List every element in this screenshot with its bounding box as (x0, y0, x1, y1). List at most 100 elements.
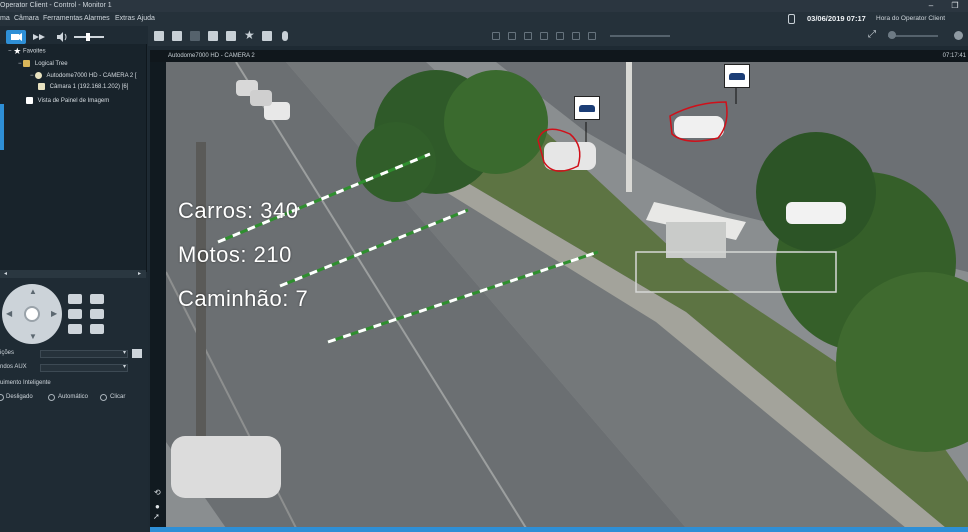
chevron-down-icon: ▾ (122, 350, 126, 356)
video-timestamp: 07:17:41 (942, 53, 966, 59)
video-toolbar: ★ ⤢ (148, 26, 968, 46)
menu-extras[interactable]: Extras (115, 12, 135, 26)
car-icon (729, 73, 745, 80)
folder-icon (23, 59, 31, 67)
bookmark-star-icon[interactable]: ★ (244, 28, 255, 42)
menu-alarmes[interactable]: Alarmes (84, 12, 110, 26)
playback-mode-button[interactable] (30, 30, 48, 44)
car-icon (579, 105, 595, 112)
menu-bar: ma Câmara Ferramentas Alarmes Extras Aju… (0, 12, 968, 26)
arrow-left-icon[interactable]: ◀ (6, 309, 12, 318)
volume-slider[interactable] (74, 33, 104, 41)
record-icon[interactable] (262, 31, 272, 41)
left-panel: − ★ Favoites − Logical Tree − Autodome70… (0, 26, 148, 532)
video-pane-header: Autodome7000 HD - CAMERA 2 07:17:41 (150, 50, 968, 62)
current-datetime: 03/06/2019 07:17 (807, 14, 866, 23)
logical-tree-panel: − ★ Favoites − Logical Tree − Autodome70… (0, 44, 147, 272)
zoom-slider-handle[interactable] (888, 31, 896, 39)
focus-near-button[interactable] (68, 309, 82, 319)
live-video-frame[interactable]: Carros: 340 Motos: 210 Caminhão: 7 (166, 62, 968, 528)
snapshot-camera-icon[interactable] (226, 31, 236, 41)
intelligent-tracking-label: uimento Inteligente (0, 380, 51, 386)
rewind-button[interactable] (508, 32, 516, 40)
clock-label: Hora do Operator Client (876, 15, 946, 22)
radio-auto[interactable] (48, 394, 55, 401)
dot-icon[interactable]: ● (155, 502, 160, 511)
pause-button[interactable] (540, 32, 548, 40)
star-icon: ★ (13, 46, 22, 56)
menu-sistema[interactable]: ma (0, 12, 10, 26)
scroll-right-icon[interactable]: ▸ (138, 270, 141, 277)
ptz-joystick[interactable]: ▲ ▼ ◀ ▶ (2, 284, 62, 344)
audio-button[interactable] (54, 30, 70, 44)
camera-icon (11, 33, 22, 41)
expand-icon[interactable]: ⤢ (868, 29, 876, 40)
dome-camera-icon (35, 71, 43, 79)
arrow-down-icon[interactable]: ▼ (29, 332, 37, 341)
tree-scrollbar[interactable] (0, 104, 4, 150)
aux-commands-label: ndos AUX (0, 364, 27, 370)
tree-label: Logical Tree (34, 61, 68, 67)
step-forward-button[interactable] (572, 32, 580, 40)
speaker-icon (57, 32, 67, 42)
play-button[interactable] (556, 32, 564, 40)
volume-slider-handle[interactable] (86, 33, 90, 41)
radio-off[interactable] (0, 394, 4, 401)
iris-open-button[interactable] (68, 324, 82, 334)
user-icon[interactable] (190, 31, 200, 41)
aux-commands-select[interactable]: ▾ (40, 364, 128, 372)
minimize-button[interactable]: – (920, 0, 942, 12)
zoom-out-button[interactable] (90, 294, 104, 304)
microphone-icon[interactable] (282, 31, 288, 41)
menu-ajuda[interactable]: Ajuda (137, 12, 155, 26)
collapse-icon: − (18, 61, 22, 67)
step-back-button[interactable] (524, 32, 532, 40)
camera-title: Autodome7000 HD - CAMERA 2 (168, 53, 255, 59)
forward-icon (33, 34, 45, 40)
tree-item-camera-autodome[interactable]: − Autodome7000 HD - CAMERA 2 [ (30, 71, 137, 81)
ptz-mode-icon[interactable]: ⟲ (154, 488, 161, 497)
video-side-strip: ⟲ ● ➚ (150, 62, 166, 528)
motos-count: Motos: 210 (178, 242, 292, 267)
forward-fast-button[interactable] (588, 32, 596, 40)
vehicle-marker (724, 64, 750, 88)
trucks-count: Caminhão: 7 (178, 286, 309, 311)
fullscreen-icon[interactable] (172, 31, 182, 41)
add-icon[interactable] (954, 31, 963, 40)
zoom-in-button[interactable] (68, 294, 82, 304)
menu-ferramentas[interactable]: Ferramentas (43, 12, 83, 26)
tree-label: Autodome7000 HD - CAMERA 2 [ (46, 73, 137, 79)
arrow-up-icon[interactable]: ▲ (29, 287, 37, 296)
tree-item-camera-1[interactable]: Câmara 1 (192.168.1.202) [6] (38, 82, 128, 92)
tree-label: Favoites (22, 48, 46, 55)
selected-pane-border (150, 527, 968, 532)
scroll-left-icon[interactable]: ◂ (4, 270, 7, 277)
positions-select[interactable]: ▾ (40, 350, 128, 358)
iris-close-button[interactable] (90, 324, 104, 334)
ptz-center-button[interactable] (24, 306, 40, 322)
live-mode-button[interactable] (6, 30, 26, 44)
restore-button[interactable]: ❐ (944, 0, 966, 12)
radio-auto-label: Automático (58, 394, 89, 400)
tree-label: Câmara 1 (192.168.1.202) [6] (49, 84, 129, 90)
tree-item-image-panel-view[interactable]: Vista de Painel de Imagem (26, 96, 109, 106)
tree-item-favorites[interactable]: − ★ Favoites (8, 46, 46, 57)
pointer-icon[interactable]: ➚ (153, 512, 160, 521)
layout-icon[interactable] (154, 31, 164, 41)
tree-item-logical-tree[interactable]: − Logical Tree (18, 59, 68, 69)
speed-slider[interactable] (610, 35, 670, 37)
print-icon[interactable] (208, 31, 218, 41)
radio-off-label: Desligado (6, 394, 33, 400)
arrow-right-icon[interactable]: ▶ (51, 309, 57, 318)
collapse-icon: − (8, 48, 12, 55)
menu-camara[interactable]: Câmara (14, 12, 39, 26)
focus-far-button[interactable] (90, 309, 104, 319)
chevron-down-icon: ▾ (122, 364, 126, 370)
rewind-fast-button[interactable] (492, 32, 500, 40)
clock-icon (788, 14, 795, 24)
save-position-button[interactable] (132, 349, 142, 358)
grid-view-icon (26, 96, 33, 104)
radio-click[interactable] (100, 394, 107, 401)
collapse-icon: − (30, 73, 34, 79)
horizontal-scrollbar[interactable]: ◂ ▸ (0, 270, 146, 278)
